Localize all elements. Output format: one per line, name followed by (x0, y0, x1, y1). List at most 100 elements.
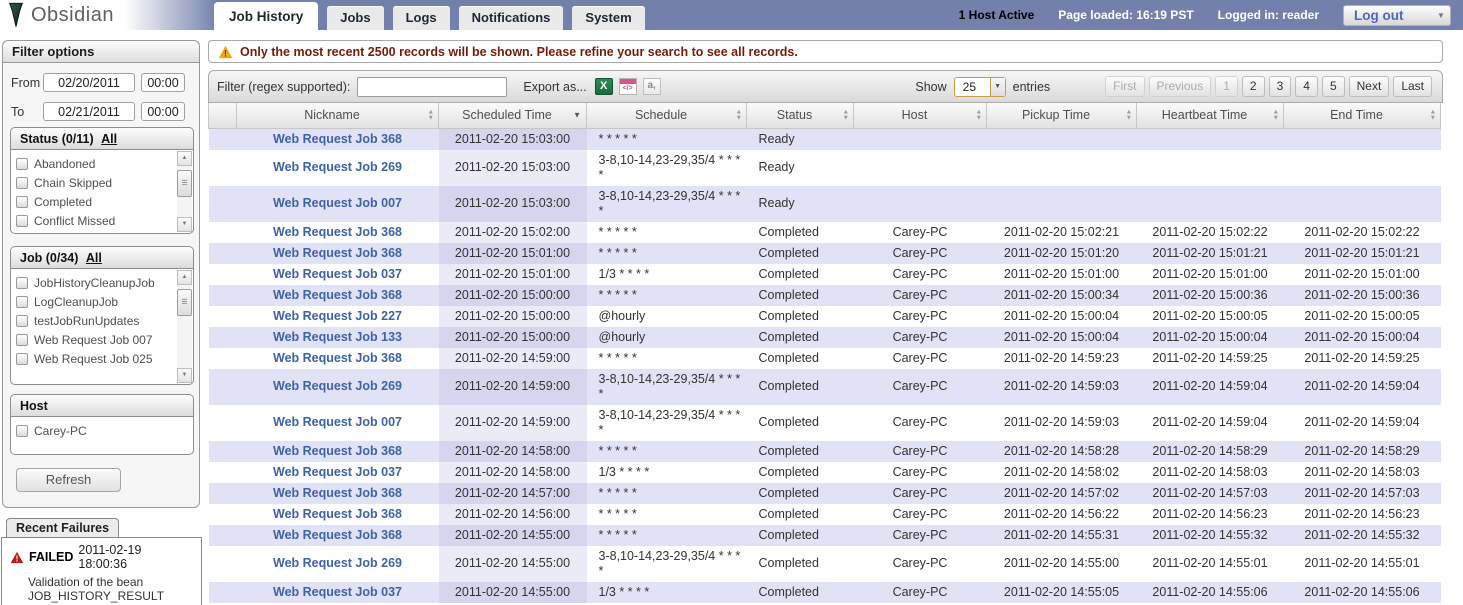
scroll-up-icon[interactable]: ▲ (177, 270, 192, 285)
column-header-schedule[interactable]: Schedule▲▼ (587, 103, 747, 128)
page-button-2[interactable]: 2 (1242, 76, 1265, 97)
column-header-status[interactable]: Status▲▼ (747, 103, 854, 128)
filter-item[interactable]: Web Request Job 007 (16, 330, 193, 349)
filter-item[interactable]: JobHistoryCleanupJob (16, 273, 193, 292)
cell-row-margin (209, 582, 237, 603)
job-link[interactable]: Web Request Job 368 (273, 444, 402, 458)
job-link[interactable]: Web Request Job 368 (273, 246, 402, 260)
column-header-pickup-time[interactable]: Pickup Time▲▼ (987, 103, 1137, 128)
tab-notifications[interactable]: Notifications (459, 6, 564, 30)
tab-jobs[interactable]: Jobs (327, 6, 383, 30)
checkbox[interactable] (16, 315, 28, 327)
filter-item-label: Abandoned (34, 157, 95, 171)
scrollbar-thumb[interactable]: ☰ (177, 289, 192, 316)
cell-scheduled-time: 2011-02-20 14:55:00 (439, 546, 587, 582)
refresh-button[interactable]: Refresh (16, 468, 121, 492)
scroll-up-icon[interactable]: ▲ (177, 151, 192, 166)
page-button-5[interactable]: 5 (1322, 76, 1345, 97)
job-link[interactable]: Web Request Job 368 (273, 486, 402, 500)
page-loaded-time: Page loaded: 16:19 PST (1058, 8, 1193, 22)
column-header-scheduled-time[interactable]: Scheduled Time▼ (439, 103, 587, 128)
page-button-4[interactable]: 4 (1295, 76, 1318, 97)
job-link[interactable]: Web Request Job 269 (273, 556, 402, 570)
from-time-input[interactable] (141, 73, 185, 92)
from-date-input[interactable] (43, 73, 135, 92)
checkbox[interactable] (16, 277, 28, 289)
filter-item-label: Completed (34, 195, 92, 209)
filter-regex-input[interactable] (357, 77, 507, 97)
checkbox[interactable] (16, 296, 28, 308)
cell-pickup-time (987, 128, 1137, 150)
filter-item[interactable]: Abandoned (16, 154, 193, 173)
filter-item[interactable]: Completed (16, 192, 193, 211)
cell-row-margin (209, 483, 237, 504)
cell-schedule: 3-8,10-14,23-29,35/4 * * * * (587, 546, 747, 582)
checkbox[interactable] (16, 334, 28, 346)
job-link[interactable]: Web Request Job 227 (273, 309, 402, 323)
job-link[interactable]: Web Request Job 007 (273, 196, 402, 210)
scroll-down-icon[interactable]: ▼ (177, 368, 192, 383)
page-button-3[interactable]: 3 (1269, 76, 1292, 97)
sort-desc-icon: ▼ (573, 111, 581, 120)
job-link[interactable]: Web Request Job 269 (273, 379, 402, 393)
column-header-end-time[interactable]: End Time▲▼ (1284, 103, 1441, 128)
filter-item[interactable]: LogCleanupJob (16, 292, 193, 311)
export-csv-icon[interactable]: a, (643, 78, 661, 95)
job-link[interactable]: Web Request Job 368 (273, 132, 402, 146)
job-link[interactable]: Web Request Job 368 (273, 288, 402, 302)
job-link[interactable]: Web Request Job 007 (273, 415, 402, 429)
scroll-down-icon[interactable]: ▼ (177, 217, 192, 232)
table-row: Web Request Job 0372011-02-20 14:55:001/… (209, 582, 1441, 603)
cell-status: Completed (747, 243, 854, 264)
job-link[interactable]: Web Request Job 037 (273, 585, 402, 599)
logout-select[interactable]: Log out ▼ (1343, 5, 1451, 26)
job-link[interactable]: Web Request Job 037 (273, 465, 402, 479)
to-time-input[interactable] (141, 102, 185, 121)
cell-scheduled-time: 2011-02-20 15:00:00 (439, 285, 587, 306)
cell-nickname: Web Request Job 037 (237, 264, 439, 285)
export-excel-icon[interactable]: X (595, 78, 613, 95)
checkbox[interactable] (16, 177, 28, 189)
obsidian-scheduler-page: Obsidian Job HistoryJobsLogsNotification… (0, 0, 1463, 605)
checkbox[interactable] (16, 234, 28, 235)
filter-item[interactable]: Web Request Job 025 (16, 349, 193, 368)
job-link[interactable]: Web Request Job 368 (273, 507, 402, 521)
filter-item[interactable]: Conflict Missed (16, 211, 193, 230)
sort-both-icon: ▲▼ (1430, 110, 1436, 121)
job-link[interactable]: Web Request Job 368 (273, 528, 402, 542)
export-xml-icon[interactable]: </> (619, 78, 637, 95)
column-header-host[interactable]: Host▲▼ (854, 103, 987, 128)
sort-desc-icon: ▼ (843, 115, 849, 121)
cell-status: Completed (747, 348, 854, 369)
tab-job-history[interactable]: Job History (214, 2, 318, 30)
job-link[interactable]: Web Request Job 269 (273, 160, 402, 174)
tab-logs[interactable]: Logs (393, 6, 450, 30)
filter-item[interactable]: Chain Skipped (16, 173, 193, 192)
checkbox[interactable] (16, 196, 28, 208)
checkbox[interactable] (16, 425, 28, 437)
recent-failures-title: Recent Failures (6, 518, 119, 538)
checkbox[interactable] (16, 215, 28, 227)
page-button-last[interactable]: Last (1393, 76, 1432, 97)
failure-entry: ! FAILED 2011-02-19 18:00:36 (10, 543, 193, 571)
tab-system[interactable]: System (572, 6, 644, 30)
to-date-input[interactable] (43, 102, 135, 121)
status-select-all-link[interactable]: All (101, 132, 117, 146)
filter-item[interactable]: Carey-PC (16, 421, 193, 440)
checkbox[interactable] (16, 353, 28, 365)
job-list-scrollbar[interactable]: ▲ ☰ ▼ (177, 270, 192, 383)
cell-scheduled-time: 2011-02-20 14:55:00 (439, 525, 587, 546)
job-link[interactable]: Web Request Job 368 (273, 351, 402, 365)
status-list-scrollbar[interactable]: ▲ ☰ ▼ (177, 151, 192, 232)
job-link[interactable]: Web Request Job 037 (273, 267, 402, 281)
page-button-next[interactable]: Next (1349, 76, 1390, 97)
checkbox[interactable] (16, 158, 28, 170)
filter-item[interactable]: testJobRunUpdates (16, 311, 193, 330)
job-link[interactable]: Web Request Job 368 (273, 225, 402, 239)
column-header-nickname[interactable]: Nickname▲▼ (237, 103, 439, 128)
page-size-select[interactable]: 25 ▼ (954, 77, 1006, 97)
column-header-heartbeat-time[interactable]: Heartbeat Time▲▼ (1137, 103, 1284, 128)
job-select-all-link[interactable]: All (86, 251, 102, 265)
scrollbar-thumb[interactable]: ☰ (177, 170, 192, 197)
job-link[interactable]: Web Request Job 133 (273, 330, 402, 344)
